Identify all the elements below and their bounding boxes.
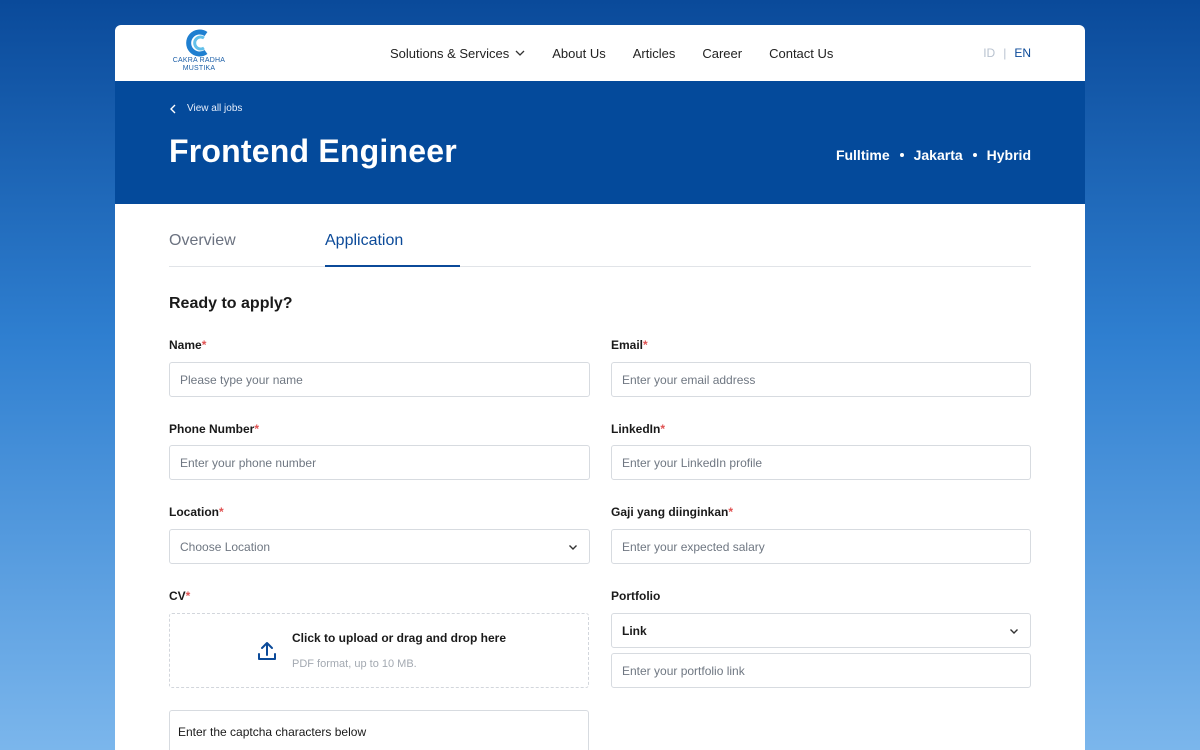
chevron-down-icon — [569, 544, 577, 550]
captcha-box[interactable]: Enter the captcha characters below — [169, 710, 589, 750]
tab-application[interactable]: Application — [325, 232, 403, 250]
cv-label: CV* — [169, 589, 190, 603]
salary-label: Gaji yang diinginkan* — [611, 505, 733, 519]
portfolio-type-select[interactable]: Link — [611, 613, 1031, 648]
logo-text-line1: CAKRA RADHA — [172, 57, 226, 64]
job-hero: View all jobs Frontend Engineer Fulltime… — [115, 81, 1085, 204]
logo-mark-icon — [186, 29, 208, 57]
active-tab-indicator — [325, 265, 460, 267]
required-mark: * — [219, 505, 224, 519]
portfolio-type-value: Link — [622, 623, 647, 638]
name-label: Name* — [169, 338, 206, 352]
nav-about-us[interactable]: About Us — [552, 46, 605, 61]
language-switcher: ID | EN — [983, 25, 1031, 81]
required-mark: * — [660, 422, 666, 436]
job-type: Fulltime — [835, 147, 890, 163]
linkedin-label-text: LinkedIn — [611, 422, 661, 436]
salary-label-text: Gaji yang diinginkan — [611, 505, 729, 519]
nav-solutions-services[interactable]: Solutions & Services — [390, 46, 525, 61]
logo-text-line2: MUSTIKA — [182, 64, 216, 72]
required-mark: * — [728, 505, 734, 519]
chevron-down-icon — [515, 50, 525, 56]
nav-contact-us[interactable]: Contact Us — [769, 46, 833, 61]
upload-icon — [258, 642, 276, 660]
required-mark: * — [185, 589, 191, 603]
captcha-label: Enter the captcha characters below — [178, 725, 367, 739]
email-label-text: Email — [611, 338, 644, 352]
location-select[interactable]: Choose Location — [169, 529, 590, 564]
meta-dot — [899, 153, 904, 157]
location-label: Location* — [169, 505, 224, 519]
email-label: Email* — [611, 338, 648, 352]
chevron-down-icon — [1010, 628, 1018, 634]
required-mark: * — [643, 338, 648, 352]
form-heading: Ready to apply? — [169, 295, 293, 312]
phone-label-text: Phone Number — [169, 422, 255, 436]
linkedin-label: LinkedIn* — [611, 422, 665, 436]
name-input[interactable] — [169, 362, 590, 397]
company-logo[interactable]: CAKRA RADHA MUSTIKA — [169, 29, 229, 77]
main-nav: Solutions & Services About Us Articles C… — [390, 25, 833, 81]
phone-label: Phone Number* — [169, 422, 259, 436]
nav-solutions-services-label: Solutions & Services — [390, 45, 510, 61]
location-select-value: Choose Location — [180, 539, 271, 554]
upload-hint: PDF format, up to 10 MB. — [292, 658, 417, 670]
portfolio-link-input[interactable] — [611, 653, 1031, 688]
job-meta: Fulltime Jakarta Hybrid — [836, 147, 1031, 163]
cv-label-text: CV — [169, 589, 186, 603]
job-workmode: Hybrid — [986, 147, 1031, 163]
back-link-label: View all jobs — [187, 103, 243, 114]
back-link[interactable]: View all jobs — [169, 103, 242, 114]
location-label-text: Location — [169, 505, 219, 519]
chevron-left-icon — [170, 104, 176, 113]
portfolio-label: Portfolio — [611, 589, 660, 603]
upload-title: Click to upload or drag and drop here — [292, 631, 507, 645]
meta-dot — [972, 153, 977, 157]
tab-overview[interactable]: Overview — [169, 232, 236, 250]
portfolio-label-text: Portfolio — [611, 589, 661, 603]
cv-upload-dropzone[interactable]: Click to upload or drag and drop here PD… — [169, 613, 589, 688]
page-frame: CAKRA RADHA MUSTIKA Solutions & Services… — [115, 25, 1085, 750]
nav-articles[interactable]: Articles — [633, 46, 676, 61]
top-navbar: CAKRA RADHA MUSTIKA Solutions & Services… — [115, 25, 1085, 81]
phone-input[interactable] — [169, 445, 590, 480]
lang-separator: | — [1003, 46, 1007, 60]
nav-career[interactable]: Career — [702, 46, 742, 61]
lang-en[interactable]: EN — [1014, 46, 1031, 60]
lang-id[interactable]: ID — [983, 46, 995, 60]
salary-input[interactable] — [611, 529, 1031, 564]
name-label-text: Name — [169, 338, 202, 352]
tab-bar: Overview Application — [169, 204, 1031, 267]
email-input[interactable] — [611, 362, 1031, 397]
job-title: Frontend Engineer — [169, 133, 457, 169]
required-mark: * — [201, 338, 207, 352]
linkedin-input[interactable] — [611, 445, 1031, 480]
required-mark: * — [254, 422, 260, 436]
job-location: Jakarta — [913, 147, 963, 163]
